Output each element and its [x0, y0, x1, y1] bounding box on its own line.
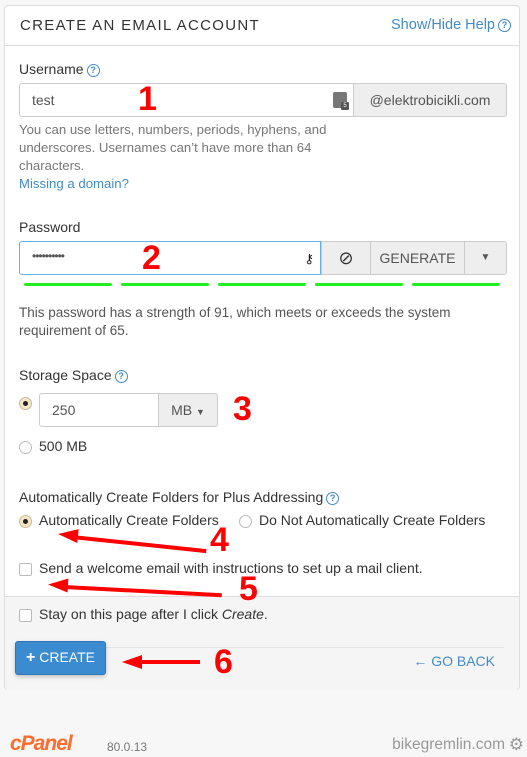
strength-bar-segment [412, 283, 500, 286]
watermark: bikegremlin.com [392, 736, 505, 753]
go-back-link[interactable]: ← GO BACK [413, 653, 495, 669]
welcome-email-label: Send a welcome email with instructions t… [39, 560, 423, 576]
caret-down-icon: ▼ [480, 252, 491, 263]
eye-slash-icon: ⊘ [338, 248, 354, 268]
strength-bar-segment [24, 283, 112, 286]
username-help-icon[interactable]: ? [86, 64, 100, 77]
annotation-5: 5 [239, 570, 258, 608]
username-value: test [32, 92, 55, 108]
storage-custom-radio[interactable] [19, 397, 32, 410]
strength-bar-segment [315, 283, 403, 286]
annotation-arrowhead-4 [57, 526, 79, 544]
password-strength-text: This password has a strength of 91, whic… [19, 305, 451, 338]
show-hide-help-link[interactable]: Show/Hide Help? [391, 17, 511, 33]
storage-unit-dropdown[interactable]: MB ▼ [158, 393, 218, 427]
annotation-3: 3 [233, 390, 252, 428]
annotation-2: 2 [142, 239, 161, 277]
storage-quota-input[interactable]: 250 [39, 393, 159, 427]
go-back-label: GO BACK [431, 653, 495, 669]
annotation-6: 6 [214, 643, 233, 681]
storage-help-icon[interactable]: ? [114, 370, 128, 383]
annotation-arrow-6 [140, 660, 200, 664]
auto-create-folders-radio[interactable] [19, 515, 32, 528]
username-input[interactable]: test 5 [19, 83, 354, 117]
plus-addressing-label: Automatically Create Folders for Plus Ad… [19, 489, 340, 505]
strength-bar-segment [121, 283, 209, 286]
stay-on-page-suffix: . [263, 606, 268, 622]
key-icon[interactable]: ⚷ [304, 251, 314, 267]
question-circle-icon: ? [498, 19, 511, 32]
domain-addon: @elektrobicikli.com [353, 83, 507, 117]
password-value: •••••••••• [32, 249, 65, 263]
password-input[interactable]: •••••••••• ⚷ [19, 241, 321, 275]
storage-label-text: Storage Space [19, 367, 112, 383]
plus-addressing-help-icon[interactable]: ? [326, 492, 340, 505]
arrow-left-icon: ← [413, 653, 428, 669]
panel-header: CREATE AN EMAIL ACCOUNT Show/Hide Help? [5, 6, 519, 46]
username-label: Username? [19, 61, 100, 77]
cpanel-version: 80.0.13 [107, 740, 148, 754]
toggle-visibility-button[interactable]: ⊘ [321, 241, 371, 275]
annotation-arrowhead-5 [47, 577, 69, 593]
storage-label: Storage Space? [19, 367, 128, 383]
auto-create-folders-label: Automatically Create Folders [39, 512, 219, 528]
storage-unit-value: MB [171, 402, 193, 418]
caret-down-icon: ▼ [195, 407, 205, 417]
annotation-1: 1 [138, 80, 157, 118]
cpanel-logo: cPanel [10, 732, 73, 755]
annotation-arrowhead-6 [122, 655, 142, 669]
create-button-label: CREATE [39, 649, 95, 665]
generate-options-dropdown[interactable]: ▼ [464, 241, 507, 275]
help-link-label: Show/Hide Help [391, 17, 495, 33]
password-label: Password [19, 219, 81, 235]
welcome-email-checkbox[interactable] [19, 563, 32, 576]
storage-quota-value: 250 [52, 402, 76, 418]
strength-bar-segment [218, 283, 306, 286]
password-manager-icon[interactable]: 5 [333, 92, 349, 110]
stay-on-page-label: Stay on this page after I click Create. [39, 606, 268, 622]
username-label-text: Username [19, 61, 84, 77]
page-title: CREATE AN EMAIL ACCOUNT [20, 17, 260, 34]
no-auto-create-folders-label: Do Not Automatically Create Folders [259, 512, 486, 528]
storage-500mb-radio[interactable] [19, 441, 32, 454]
stay-on-page-checkbox[interactable] [19, 609, 32, 622]
plus-addressing-label-text: Automatically Create Folders for Plus Ad… [19, 489, 324, 505]
stay-on-page-prefix: Stay on this page after I click [39, 606, 222, 622]
missing-domain-link[interactable]: Missing a domain? [19, 175, 129, 193]
generate-button[interactable]: GENERATE [370, 241, 465, 275]
no-auto-create-folders-radio[interactable] [239, 515, 252, 528]
annotation-4: 4 [210, 521, 229, 559]
stay-on-page-em: Create [221, 606, 264, 622]
gear-logo-icon: ⚙ [508, 735, 524, 754]
storage-500mb-label: 500 MB [39, 438, 88, 454]
plus-icon: + [26, 649, 36, 666]
username-help-text: You can use letters, numbers, periods, h… [19, 122, 327, 173]
create-button[interactable]: + CREATE [15, 641, 106, 675]
